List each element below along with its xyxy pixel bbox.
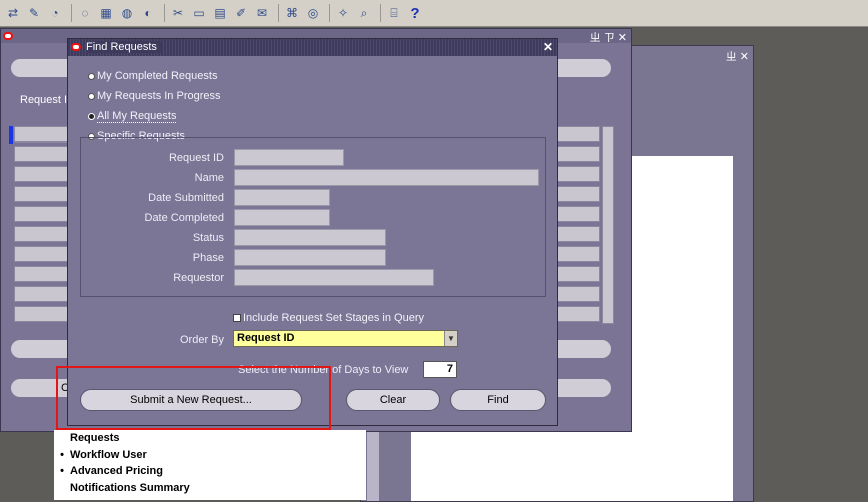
window-controls[interactable]: ㄓ ㄗ ✕: [590, 29, 627, 45]
current-record-indicator: [9, 126, 13, 144]
copy-icon[interactable]: ◍: [118, 4, 136, 22]
navigator-list: Requests • Workflow User • Advanced Pricin…: [54, 430, 366, 500]
folder-tools-icon[interactable]: ⌸: [385, 4, 403, 22]
table-row[interactable]: [14, 126, 70, 142]
table-row[interactable]: [556, 226, 600, 242]
oracle-icon: [71, 43, 81, 51]
checkbox[interactable]: [233, 314, 241, 322]
cut-icon[interactable]: ◐: [139, 4, 157, 22]
attach-icon[interactable]: ⌘: [283, 4, 301, 22]
table-row[interactable]: [556, 246, 600, 262]
close-icon[interactable]: ✕: [543, 40, 553, 54]
clear-icon[interactable]: ▭: [190, 4, 208, 22]
days-to-view-input[interactable]: 7: [423, 361, 457, 378]
list-item[interactable]: Requests: [54, 430, 366, 447]
clear-button[interactable]: Clear: [346, 389, 440, 411]
table-row[interactable]: [14, 186, 70, 202]
status-input[interactable]: [234, 229, 386, 246]
radio-my-completed-requests[interactable]: My Completed Requests: [88, 68, 217, 84]
table-row[interactable]: [556, 266, 600, 282]
edit-icon[interactable]: ✐: [232, 4, 250, 22]
table-row[interactable]: [556, 206, 600, 222]
highlight-box: [56, 366, 331, 430]
list-item[interactable]: Notifications Summary: [54, 480, 366, 497]
paste-icon[interactable]: ✂: [169, 4, 187, 22]
radio-button-selected[interactable]: [88, 112, 95, 120]
table-row[interactable]: [14, 166, 70, 182]
radio-button[interactable]: [88, 72, 95, 80]
table-row[interactable]: [14, 206, 70, 222]
date-submitted-label: Date Submitted: [148, 192, 224, 204]
grid-scrollbar[interactable]: [602, 126, 614, 324]
list-item[interactable]: • Workflow User: [54, 447, 366, 464]
order-by-select[interactable]: Request ID ▼: [233, 330, 458, 347]
name-label: Name: [194, 172, 224, 184]
requestor-label: Requestor: [173, 272, 224, 284]
include-stages-checkbox[interactable]: Include Request Set Stages in Query: [233, 310, 424, 326]
zoom-icon[interactable]: ◎: [304, 4, 322, 22]
application-toolbar: ⇄ ✎ ◔ ◌ ▦ ◍ ◐ ✂ ▭ ▤ ✐ ✉ ⌘ ◎ ✧ ⌕ ⌸ ?: [0, 0, 868, 27]
translate-icon[interactable]: ✧: [334, 4, 352, 22]
folder-icon[interactable]: ✉: [253, 4, 271, 22]
dialog-title: Find Requests: [86, 41, 161, 53]
list-item[interactable]: • Advanced Pricing: [54, 463, 366, 480]
open-icon[interactable]: ✎: [25, 4, 43, 22]
window-controls[interactable]: ㄓ ✕: [726, 48, 749, 64]
requestor-input[interactable]: [234, 269, 434, 286]
toolbar-divider: [71, 4, 72, 22]
table-row[interactable]: [14, 286, 70, 302]
toolbar-divider: [380, 4, 381, 22]
chevron-down-icon[interactable]: ▼: [444, 331, 457, 346]
table-row[interactable]: [556, 166, 600, 182]
dialog-titlebar: Find Requests ✕: [68, 39, 557, 56]
window-icon[interactable]: ⌕: [355, 4, 373, 22]
find-button[interactable]: Find: [450, 389, 546, 411]
table-row[interactable]: [556, 126, 600, 142]
oracle-icon: [3, 32, 13, 40]
radio-my-requests-in-progress[interactable]: My Requests In Progress: [88, 88, 221, 104]
table-row[interactable]: [14, 266, 70, 282]
name-input[interactable]: [234, 169, 539, 186]
table-row[interactable]: [14, 306, 70, 322]
toolbar-divider: [278, 4, 279, 22]
save-icon[interactable]: ◌: [76, 4, 94, 22]
status-label: Status: [192, 232, 224, 244]
help-icon[interactable]: ?: [406, 4, 424, 22]
request-id-label: Request ID: [168, 152, 224, 164]
delete-icon[interactable]: ▤: [211, 4, 229, 22]
radio-button[interactable]: [88, 92, 95, 100]
order-by-label: Order By: [180, 334, 225, 346]
table-row[interactable]: [14, 246, 70, 262]
phase-label: Phase: [192, 252, 224, 264]
clock-icon[interactable]: ◔: [46, 4, 64, 22]
toolbar-divider: [164, 4, 165, 22]
date-completed-input[interactable]: [234, 209, 330, 226]
table-row[interactable]: [14, 146, 70, 162]
print-icon[interactable]: ▦: [97, 4, 115, 22]
phase-input[interactable]: [234, 249, 386, 266]
date-submitted-input[interactable]: [234, 189, 330, 206]
new-icon[interactable]: ⇄: [4, 4, 22, 22]
table-row[interactable]: [556, 306, 600, 322]
request-id-input[interactable]: [234, 149, 344, 166]
radio-all-my-requests[interactable]: All My Requests: [88, 108, 177, 124]
table-row[interactable]: [556, 286, 600, 302]
table-row[interactable]: [556, 146, 600, 162]
toolbar-divider: [329, 4, 330, 22]
table-row[interactable]: [14, 226, 70, 242]
table-row[interactable]: [556, 186, 600, 202]
date-completed-label: Date Completed: [144, 212, 225, 224]
